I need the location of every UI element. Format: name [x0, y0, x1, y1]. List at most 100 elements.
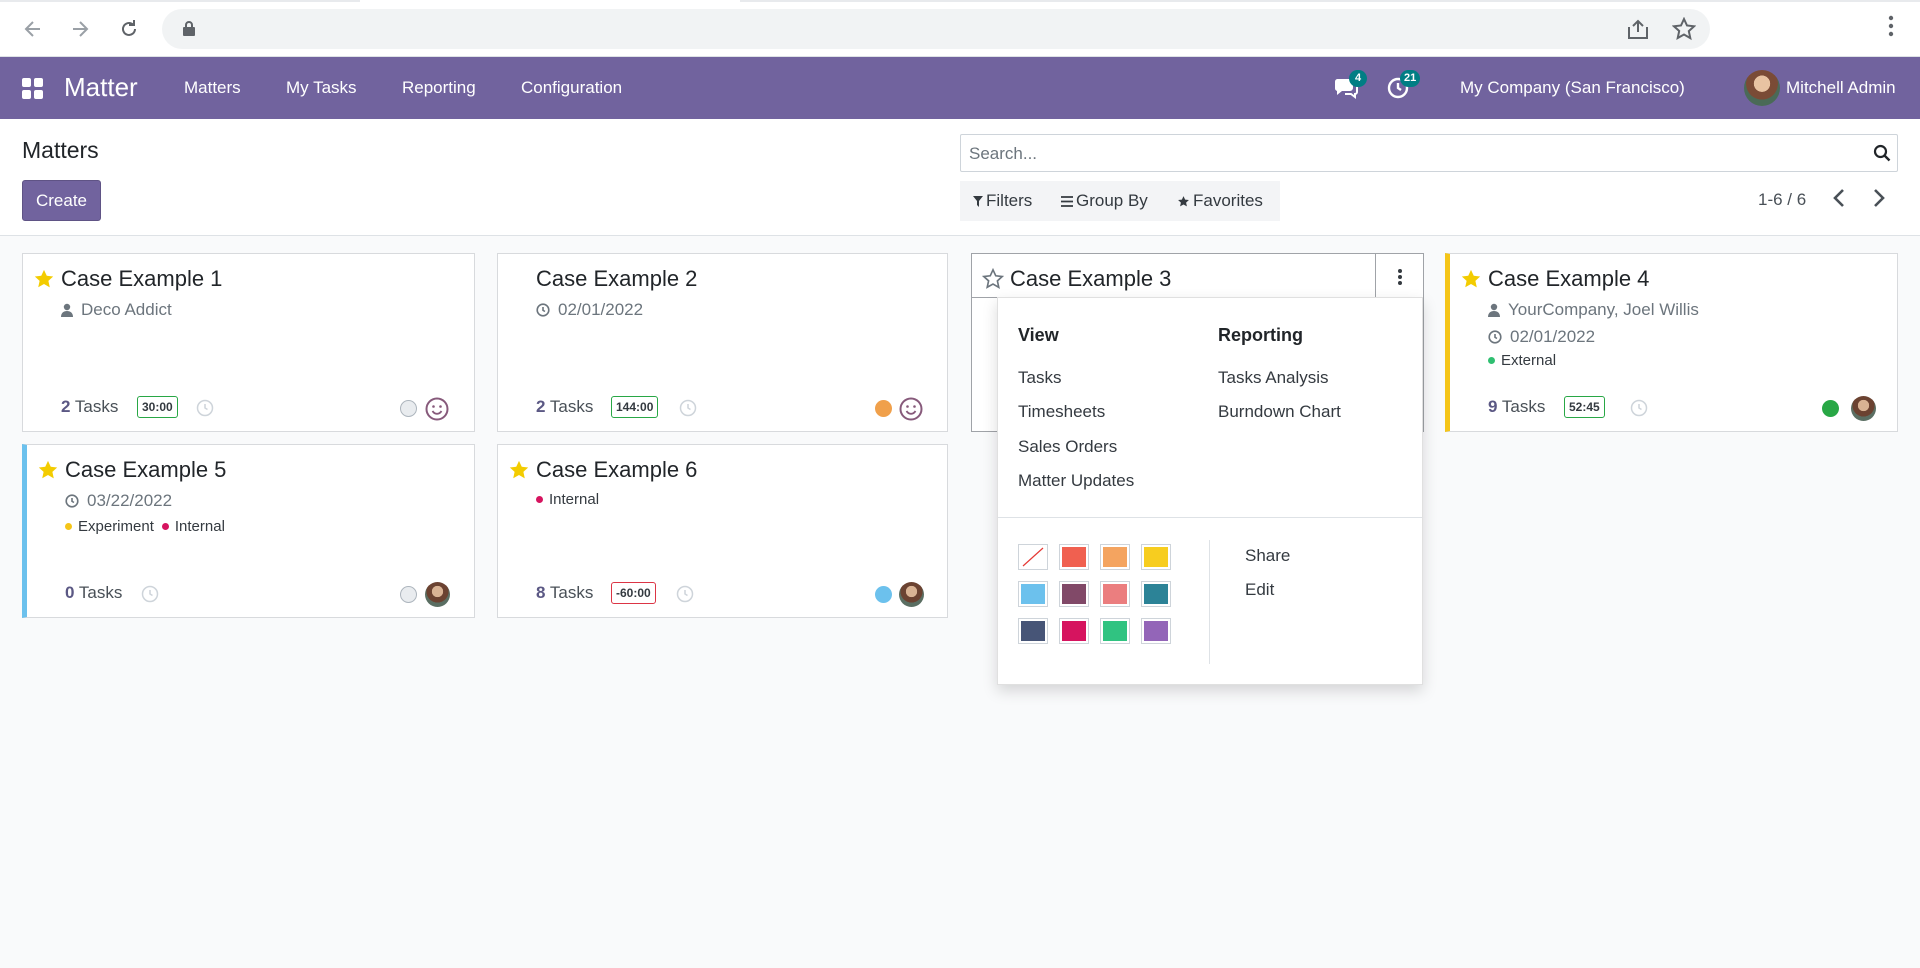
forward-button[interactable] [63, 12, 97, 46]
card-menu-icon[interactable] [1397, 268, 1403, 286]
matter-card[interactable]: Case Example 2 02/01/2022 2 Tasks 144:00 [497, 253, 948, 432]
color-swatch[interactable] [1059, 618, 1089, 644]
smiley-icon[interactable] [425, 397, 449, 421]
divider [998, 517, 1422, 518]
matter-customer: Deco Addict [61, 300, 172, 320]
matter-card[interactable]: Case Example 6 Internal 8 Tasks -60:00 [497, 444, 948, 618]
status-circle[interactable] [400, 400, 417, 417]
color-swatch[interactable] [1100, 618, 1130, 644]
smiley-icon[interactable] [899, 397, 923, 421]
tasks-link[interactable]: 8 Tasks [536, 583, 593, 603]
star-filled-icon[interactable] [37, 459, 59, 481]
tasks-link[interactable]: 2 Tasks [61, 397, 118, 417]
chevron-left-icon[interactable] [1830, 187, 1850, 209]
browser-menu-icon[interactable] [1888, 14, 1894, 38]
color-swatch[interactable] [1141, 544, 1171, 570]
status-circle[interactable] [875, 586, 892, 603]
menu-reporting[interactable]: Reporting [402, 78, 476, 98]
matter-name[interactable]: Case Example 2 [536, 266, 697, 292]
color-swatch[interactable] [1018, 618, 1048, 644]
assignee-avatar[interactable] [425, 582, 450, 607]
menu-item-share[interactable]: Share [1245, 546, 1290, 566]
menu-matters[interactable]: Matters [184, 78, 241, 98]
menu-item-tasks-analysis[interactable]: Tasks Analysis [1218, 368, 1329, 388]
star-filled-icon[interactable] [33, 268, 55, 290]
matter-name[interactable]: Case Example 1 [61, 266, 222, 292]
color-swatch-none[interactable] [1018, 544, 1048, 570]
create-button[interactable]: Create [22, 180, 101, 221]
color-swatch[interactable] [1100, 544, 1130, 570]
menu-my-tasks[interactable]: My Tasks [286, 78, 357, 98]
apps-menu-icon[interactable] [22, 78, 44, 99]
user-icon [61, 303, 73, 317]
matter-name[interactable]: Case Example 4 [1488, 266, 1649, 292]
filters-button[interactable]: Filters [973, 191, 1032, 211]
pager-value[interactable]: 1-6 / 6 [1758, 190, 1806, 210]
menu-configuration[interactable]: Configuration [521, 78, 622, 98]
user-avatar[interactable] [1744, 70, 1780, 106]
assignee-avatar[interactable] [1851, 396, 1876, 421]
tag-dot [1488, 357, 1495, 364]
search-icon[interactable] [1873, 144, 1891, 162]
address-bar[interactable] [162, 9, 1710, 49]
control-panel: Matters Create Filters Group By Favorite… [0, 119, 1920, 236]
clock-icon[interactable] [1630, 399, 1648, 417]
menu-item-timesheets[interactable]: Timesheets [1018, 402, 1105, 422]
tasks-label: Tasks [549, 583, 594, 602]
tag-dot [161, 523, 169, 530]
menu-item-sales-orders[interactable]: Sales Orders [1018, 437, 1117, 457]
group-by-label: Group By [1076, 191, 1148, 210]
star-outline-icon[interactable] [982, 268, 1004, 290]
menu-item-burndown-chart[interactable]: Burndown Chart [1218, 402, 1341, 422]
clock-icon[interactable] [141, 585, 159, 603]
color-swatch[interactable] [1059, 581, 1089, 607]
company-switcher[interactable]: My Company (San Francisco) [1460, 78, 1685, 98]
matter-name[interactable]: Case Example 5 [65, 457, 226, 483]
color-swatch[interactable] [1059, 544, 1089, 570]
clock-icon[interactable] [196, 399, 214, 417]
menu-item-tasks[interactable]: Tasks [1018, 368, 1061, 388]
matter-card[interactable]: Case Example 1 Deco Addict 2 Tasks 30:00 [22, 253, 475, 432]
search-input[interactable] [969, 143, 1849, 165]
task-count: 0 [65, 583, 75, 602]
task-count: 8 [536, 583, 546, 602]
tasks-link[interactable]: 0 Tasks [65, 583, 122, 603]
filters-label: Filters [986, 191, 1033, 210]
favorites-button[interactable]: Favorites [1177, 191, 1263, 211]
allocated-time-badge: 52:45 [1564, 396, 1605, 418]
matter-card[interactable]: Case Example 4 YourCompany, Joel Willis … [1445, 253, 1898, 432]
user-menu[interactable]: Mitchell Admin [1786, 78, 1896, 98]
tag-dot [536, 496, 543, 503]
group-by-button[interactable]: Group By [1061, 191, 1148, 211]
date-value: 02/01/2022 [558, 300, 644, 319]
app-brand[interactable]: Matter [64, 72, 138, 103]
tasks-link[interactable]: 9 Tasks [1488, 397, 1545, 417]
allocated-time-badge: -60:00 [611, 582, 656, 604]
color-swatch[interactable] [1141, 618, 1171, 644]
star-filled-icon[interactable] [508, 459, 530, 481]
status-circle[interactable] [400, 586, 417, 603]
color-swatch[interactable] [1100, 581, 1130, 607]
clock-icon [65, 494, 79, 508]
clock-icon[interactable] [676, 585, 694, 603]
tab-strip-line [0, 0, 360, 2]
color-swatch[interactable] [1018, 581, 1048, 607]
star-filled-icon[interactable] [1460, 268, 1482, 290]
assignee-avatar[interactable] [899, 582, 924, 607]
status-circle[interactable] [875, 400, 892, 417]
matter-name[interactable]: Case Example 3 [1010, 266, 1171, 292]
matter-name[interactable]: Case Example 6 [536, 457, 697, 483]
back-button[interactable] [16, 12, 50, 46]
matter-card[interactable]: Case Example 5 03/22/2022 Experiment Int… [22, 444, 475, 618]
tasks-link[interactable]: 2 Tasks [536, 397, 593, 417]
chevron-right-icon[interactable] [1868, 187, 1888, 209]
bookmark-star-icon[interactable] [1672, 17, 1696, 41]
share-icon[interactable] [1626, 18, 1650, 40]
status-circle[interactable] [1822, 400, 1839, 417]
search-options: Filters Group By Favorites [960, 181, 1280, 221]
menu-item-matter-updates[interactable]: Matter Updates [1018, 471, 1134, 491]
color-swatch[interactable] [1141, 581, 1171, 607]
menu-item-edit[interactable]: Edit [1245, 580, 1274, 600]
reload-button[interactable] [112, 12, 146, 46]
clock-icon[interactable] [679, 399, 697, 417]
